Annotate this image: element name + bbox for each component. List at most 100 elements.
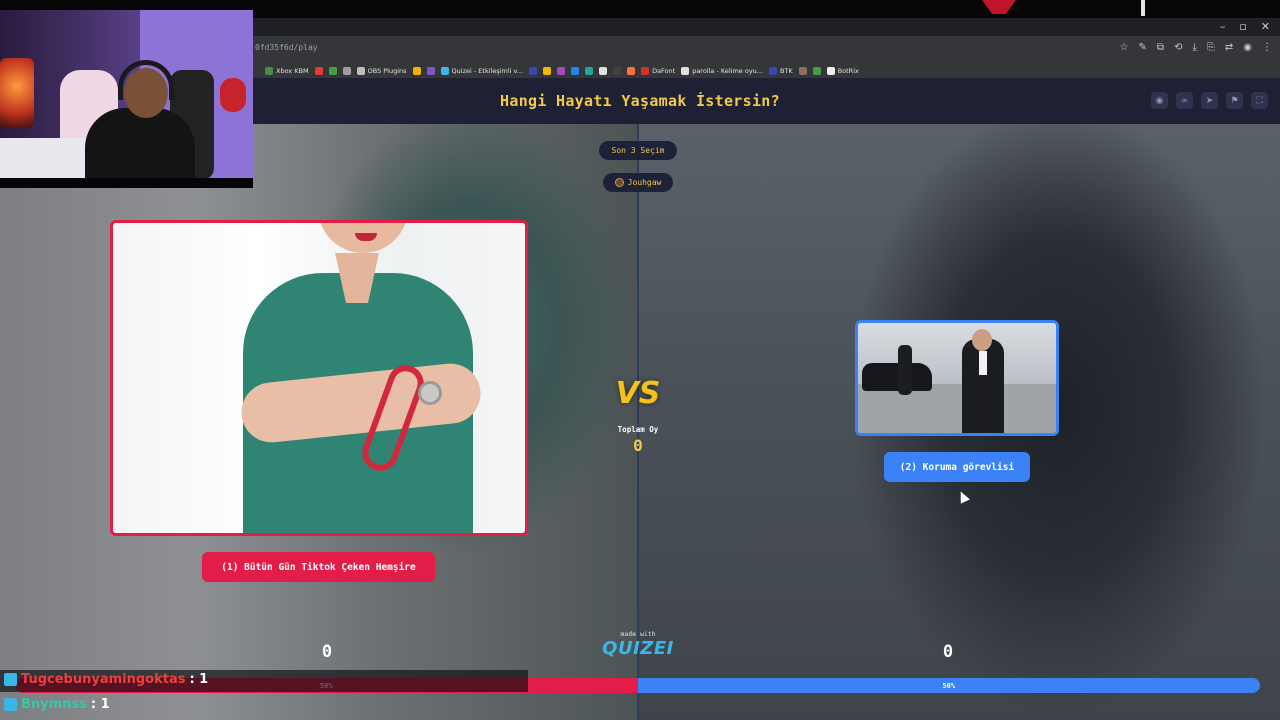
- fullscreen-icon[interactable]: ⛶: [1251, 92, 1268, 109]
- chat-user-icon: [4, 673, 17, 686]
- bookmark-item[interactable]: [529, 67, 538, 75]
- bookmark-item[interactable]: [571, 67, 580, 75]
- bookmark-favicon-icon: [342, 67, 351, 75]
- copy-icon[interactable]: ⎘: [1207, 42, 1215, 53]
- bookmark-favicon-icon: [599, 67, 608, 75]
- left-option-button[interactable]: (1) Bütün Gün Tiktok Çeken Hemşire: [202, 552, 435, 582]
- toolbar-icons: ☆ ✎ ⧉ ⟲ ⤓ ⎘ ⇄ ◉ ⋮: [1120, 42, 1272, 53]
- recent-user-name: Jouhgaw: [627, 178, 662, 187]
- bookmark-item[interactable]: parolla - Kelime oyu...: [681, 67, 763, 75]
- puzzle-icon[interactable]: ⧉: [1157, 42, 1164, 53]
- webcam-overlay: [0, 10, 253, 188]
- bookmark-item[interactable]: [314, 67, 323, 75]
- bookmark-label: Xbox KBM: [276, 67, 309, 75]
- bookmark-item[interactable]: [798, 67, 807, 75]
- bookmark-favicon-icon: [798, 67, 807, 75]
- chat-text: : 1: [189, 672, 209, 687]
- bookmark-favicon-icon: [426, 67, 435, 75]
- bookmark-item[interactable]: [412, 67, 421, 75]
- history-icon[interactable]: ⟲: [1174, 42, 1182, 53]
- bookmark-favicon-icon: [529, 67, 538, 75]
- window-controls: – ▫ ✕: [1220, 20, 1270, 33]
- figurine: [220, 78, 246, 112]
- header-actions: ◉ ∞ ➤ ⚑ ⛶: [1151, 92, 1268, 109]
- bookmark-favicon-icon: [613, 67, 622, 75]
- total-votes-value: 0: [633, 436, 643, 455]
- url-text[interactable]: 0fd35f6d/play: [255, 43, 318, 52]
- bookmark-favicon-icon: [440, 67, 449, 75]
- bookmark-item[interactable]: [613, 67, 622, 75]
- white-decoration: [1141, 0, 1145, 16]
- eye-icon[interactable]: ◉: [1151, 92, 1168, 109]
- bookmark-item[interactable]: [426, 67, 435, 75]
- chat-message: Bnymnss : 1: [4, 697, 110, 712]
- bookmark-favicon-icon: [641, 67, 650, 75]
- bookmark-item[interactable]: DaFont: [641, 67, 675, 75]
- red-decoration: [982, 0, 1016, 14]
- screen: – ▫ ✕ 0fd35f6d/play ☆ ✎ ⧉ ⟲ ⤓ ⎘ ⇄ ◉ ⋮ Xb…: [0, 0, 1280, 720]
- bookmark-item[interactable]: BotRix: [826, 67, 859, 75]
- bookmark-item[interactable]: [585, 67, 594, 75]
- menu-icon[interactable]: ⋮: [1262, 42, 1272, 53]
- address-bar[interactable]: 0fd35f6d/play ☆ ✎ ⧉ ⟲ ⤓ ⎘ ⇄ ◉ ⋮: [253, 36, 1280, 62]
- link-icon[interactable]: ∞: [1176, 92, 1193, 109]
- bookmark-item[interactable]: Quizei - Etkileşimli v...: [440, 67, 524, 75]
- right-option-button[interactable]: (2) Koruma görevlisi: [884, 452, 1030, 482]
- bookmark-favicon-icon: [571, 67, 580, 75]
- bookmark-label: OBS Plugins: [367, 67, 407, 75]
- bookmark-label: DaFont: [652, 67, 676, 75]
- bookmark-favicon-icon: [585, 67, 594, 75]
- chat-overlay: Tugcebunyamingoktas : 1 Bnymnss : 1: [0, 670, 528, 720]
- total-votes-label: Toplam Oy: [617, 425, 659, 434]
- vs-icon: VS: [615, 376, 661, 411]
- bookmark-favicon-icon: [328, 67, 337, 75]
- bookmark-label: BTK: [779, 67, 793, 75]
- bookmark-item[interactable]: [627, 67, 636, 75]
- bookmark-favicon-icon: [627, 67, 636, 75]
- bookmark-favicon-icon: [812, 67, 821, 75]
- bookmark-label: parolla - Kelime oyu...: [692, 67, 763, 75]
- bookmark-favicon-icon: [681, 67, 690, 75]
- flag-icon[interactable]: ⚑: [1226, 92, 1243, 109]
- bookmark-item[interactable]: [557, 67, 566, 75]
- quizei-logo[interactable]: QUIZEI: [598, 638, 678, 659]
- bookmark-item[interactable]: [328, 67, 337, 75]
- bookmark-item[interactable]: [812, 67, 821, 75]
- profile-icon[interactable]: ◉: [1243, 42, 1252, 53]
- made-with-label: made with: [620, 630, 656, 638]
- bookmark-favicon-icon: [412, 67, 421, 75]
- bookmark-favicon-icon: [356, 67, 365, 75]
- extension-icon[interactable]: ✎: [1139, 42, 1147, 53]
- user-avatar: [614, 178, 624, 187]
- chat-username: Tugcebunyamingoktas: [21, 672, 186, 687]
- chat-username: Bnymnss: [21, 697, 87, 712]
- send-icon[interactable]: ➤: [1201, 92, 1218, 109]
- close-icon[interactable]: ✕: [1261, 20, 1270, 33]
- recent-choices-badge: Son 3 Seçim: [599, 141, 677, 160]
- bookmark-item[interactable]: [599, 67, 608, 75]
- left-option-image[interactable]: [110, 220, 528, 536]
- right-option-image[interactable]: [855, 320, 1059, 436]
- car-image: [862, 363, 932, 391]
- bookmark-favicon-icon: [768, 67, 777, 75]
- bookmark-item[interactable]: [543, 67, 552, 75]
- bookmark-item[interactable]: BTK: [768, 67, 793, 75]
- chat-text: : 1: [90, 697, 110, 712]
- left-vote-count: 0: [321, 642, 333, 662]
- chat-message: Tugcebunyamingoktas : 1: [4, 672, 208, 687]
- minimize-icon[interactable]: –: [1220, 20, 1226, 33]
- right-vote-count: 0: [942, 642, 954, 662]
- bookmark-item[interactable]: OBS Plugins: [356, 67, 407, 75]
- bookmark-favicon-icon: [557, 67, 566, 75]
- streamer: [85, 108, 195, 178]
- bookmark-label: BotRix: [837, 67, 859, 75]
- browser-window: – ▫ ✕ 0fd35f6d/play ☆ ✎ ⧉ ⟲ ⤓ ⎘ ⇄ ◉ ⋮ Xb…: [253, 18, 1280, 80]
- bookmark-item[interactable]: [342, 67, 351, 75]
- right-vote-bar: 50%: [637, 678, 1260, 693]
- bookmark-label: Quizei - Etkileşimli v...: [451, 67, 524, 75]
- download-icon[interactable]: ⤓: [1192, 42, 1196, 53]
- star-icon[interactable]: ☆: [1120, 42, 1129, 53]
- maximize-icon[interactable]: ▫: [1239, 20, 1246, 33]
- bookmark-item[interactable]: Xbox KBM: [265, 67, 309, 75]
- translate-icon[interactable]: ⇄: [1225, 42, 1233, 53]
